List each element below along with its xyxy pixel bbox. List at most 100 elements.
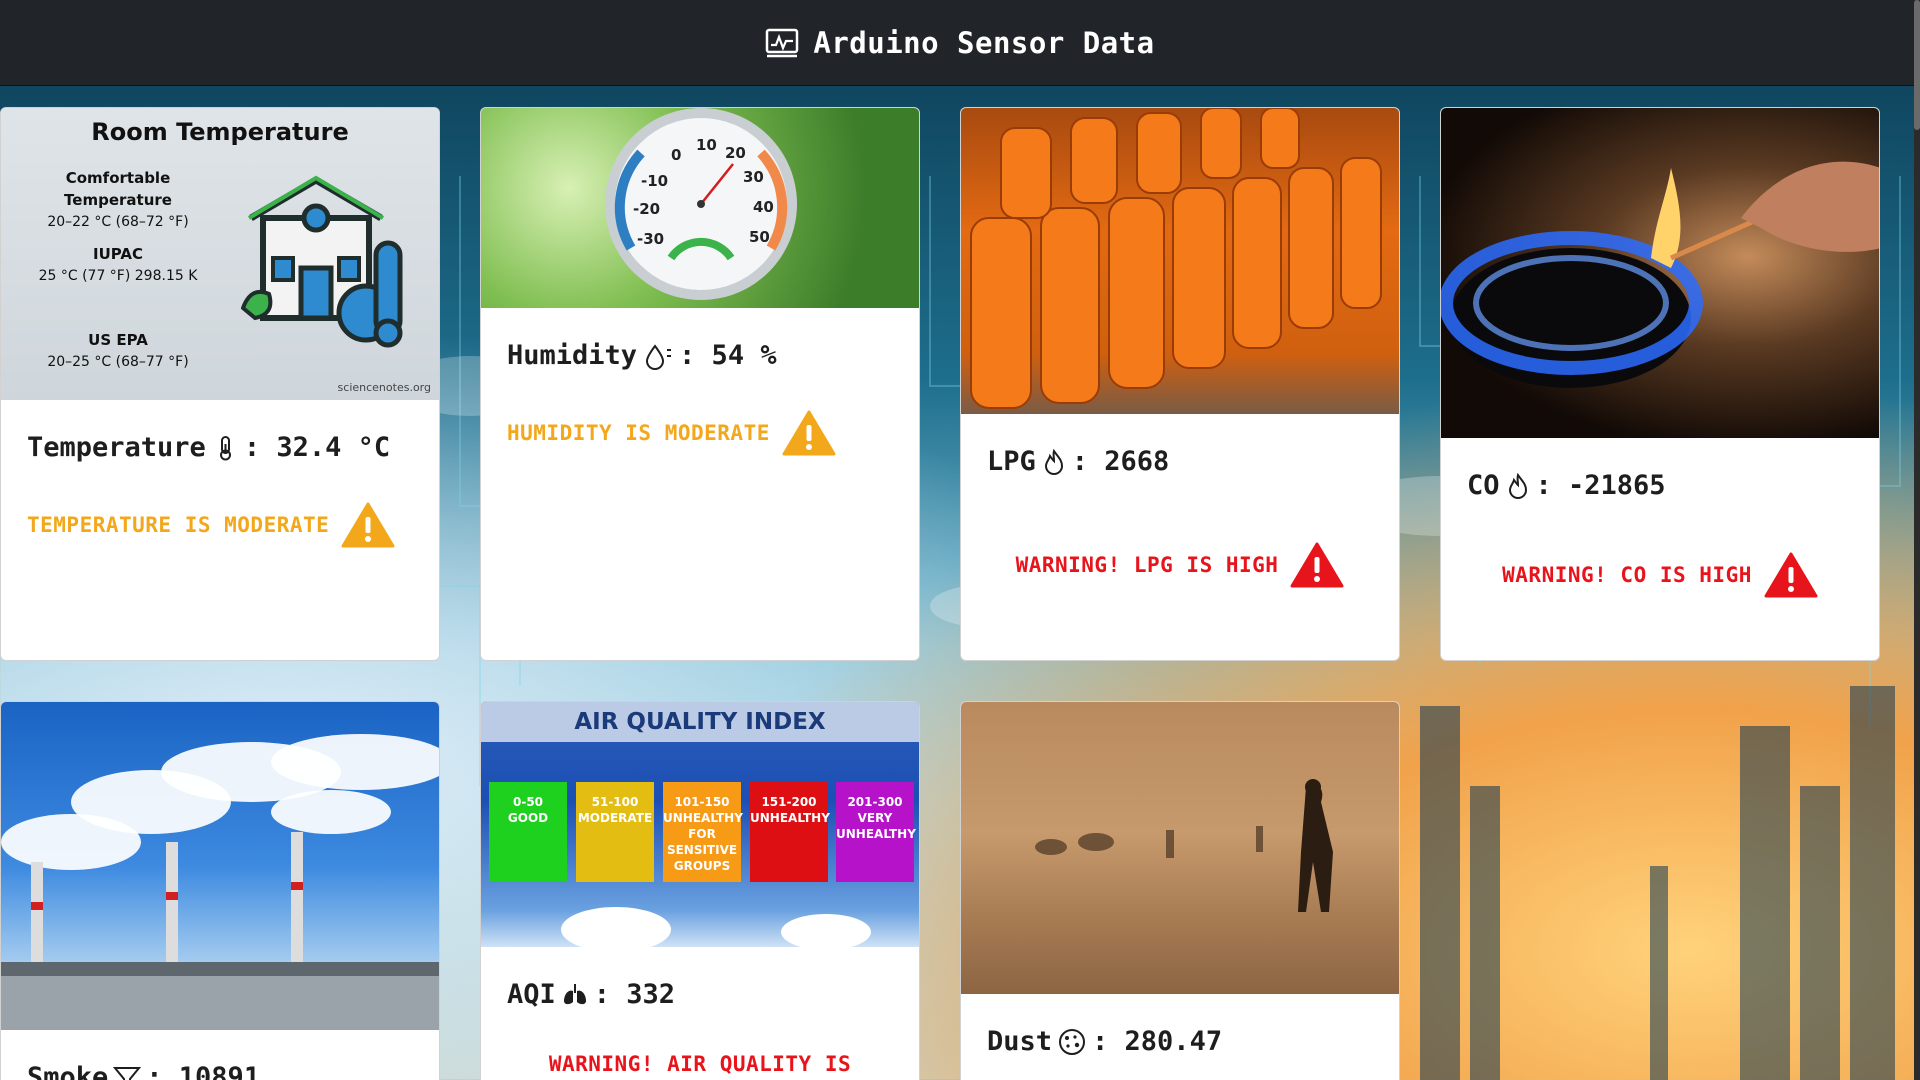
card-body: AQI : 332 WARNING! AIR QUALITY IS <box>481 947 919 1080</box>
temperature-reading: Temperature : 32.4 °C <box>27 432 413 463</box>
image-source: sciencenotes.org <box>337 381 431 394</box>
status-text: WARNING! LPG IS HIGH <box>1015 553 1279 577</box>
reading-value: : 280.47 <box>1092 1026 1223 1057</box>
top-navbar: Arduino Sensor Data <box>0 0 1920 86</box>
factory-smoke-image <box>1 702 439 1030</box>
dust-storm-image <box>961 702 1399 994</box>
dust-card: Dust : 280.47 <box>960 701 1400 1080</box>
aqi-level-very-unhealthy: 201-300 VERY UNHEALTHY <box>836 782 916 882</box>
reading-value: : 2668 <box>1071 446 1170 477</box>
aqi-level-good: 0-50 GOOD <box>489 782 567 882</box>
info-heading: US EPA <box>88 331 148 349</box>
gauge-tick: 30 <box>743 168 764 186</box>
info-block: Comfortable Temperature 20–22 °C (68–72 … <box>13 168 223 233</box>
gauge-tick: 0 <box>671 146 681 164</box>
card-body: Humidity : 54 % HUMIDITY IS MODERATE <box>481 308 919 479</box>
status-text: WARNING! CO IS HIGH <box>1502 563 1752 587</box>
smoke-reading: Smoke : 10891 <box>27 1062 413 1080</box>
warning-triangle-icon <box>1764 552 1818 598</box>
info-heading: Comfortable Temperature <box>64 169 172 209</box>
humidity-card: 0 10 20 30 40 50 -10 -20 -30 Humidity : <box>480 107 920 661</box>
info-heading: IUPAC <box>93 245 143 263</box>
dust-icon <box>1059 1028 1086 1055</box>
aqi-range: 101-150 <box>674 795 730 809</box>
aqi-label: GOOD <box>507 811 549 825</box>
lpg-card: LPG : 2668 WARNING! LPG IS HIGH <box>960 107 1400 661</box>
aqi-range: 151-200 <box>761 795 817 809</box>
factory-icon <box>1 734 439 1030</box>
aqi-label: UNHEALTHY FOR SENSITIVE GROUPS <box>663 811 743 873</box>
reading-label: Dust <box>987 1026 1053 1057</box>
scrollbar[interactable] <box>1914 0 1920 1080</box>
reading-label: LPG <box>987 446 1036 477</box>
filter-icon <box>113 1066 142 1080</box>
warning-triangle-icon <box>1290 542 1344 588</box>
status-text: HUMIDITY IS MODERATE <box>507 421 770 445</box>
aqi-range: 51-100 <box>591 795 639 809</box>
flame-icon <box>1044 448 1063 475</box>
info-value: 25 °C (77 °F) 298.15 K <box>38 268 198 284</box>
card-body: Smoke : 10891 <box>1 1030 439 1080</box>
warning-triangle-icon <box>341 502 395 548</box>
card-body: Temperature : 32.4 °C TEMPERATURE IS MOD… <box>1 400 439 571</box>
status-message: WARNING! AIR QUALITY IS <box>507 1052 893 1076</box>
dust-storm-icon <box>1035 779 1333 912</box>
gauge-tick: -10 <box>641 172 668 190</box>
card-body: LPG : 2668 WARNING! LPG IS HIGH <box>961 414 1399 611</box>
aqi-range: 201-300 <box>847 795 903 809</box>
gauge-tick: 10 <box>696 136 717 154</box>
house-thermometer-icon <box>241 175 403 348</box>
co-card: CO : -21865 WARNING! CO IS HIGH <box>1440 107 1880 661</box>
reading-label: Temperature <box>27 432 206 463</box>
co-reading: CO : -21865 <box>1467 470 1853 501</box>
brand[interactable]: Arduino Sensor Data <box>765 26 1154 60</box>
flame-icon <box>1508 472 1527 499</box>
reading-value: : -21865 <box>1535 470 1666 501</box>
image-title: Room Temperature <box>91 118 349 146</box>
info-block: US EPA 20–25 °C (68–77 °F) <box>13 330 223 373</box>
aqi-label: VERY UNHEALTHY <box>836 811 916 841</box>
reading-value: : 10891 <box>146 1062 261 1080</box>
status-message: WARNING! CO IS HIGH <box>1467 551 1853 599</box>
gauge-tick: -30 <box>637 230 664 248</box>
aqi-reading: AQI : 332 <box>507 979 893 1010</box>
status-text: TEMPERATURE IS MODERATE <box>27 513 330 537</box>
burner-flame-icon <box>1441 161 1879 388</box>
info-value: 20–22 °C (68–72 °F) <box>47 214 189 230</box>
gas-cylinder-icon <box>970 108 1382 409</box>
aqi-level-sensitive: 101-150 UNHEALTHY FOR SENSITIVE GROUPS <box>663 782 743 882</box>
image-title: AIR QUALITY INDEX <box>481 702 919 742</box>
aqi-level-moderate: 51-100 MODERATE <box>576 782 654 882</box>
status-message: TEMPERATURE IS MODERATE <box>27 501 413 549</box>
scrollbar-thumb[interactable] <box>1914 0 1920 130</box>
humidity-reading: Humidity : 54 % <box>507 340 893 371</box>
reading-label: AQI <box>507 979 556 1010</box>
warning-triangle-icon <box>782 410 836 456</box>
gas-burner-image <box>1441 108 1879 438</box>
reading-value: : 32.4 °C <box>243 432 391 463</box>
gauge-tick: 50 <box>749 228 770 246</box>
aqi-label: UNHEALTHY <box>750 811 830 825</box>
aqi-range: 0-50 <box>512 795 544 809</box>
status-message: HUMIDITY IS MODERATE <box>507 409 893 457</box>
lungs-icon <box>563 983 586 1004</box>
page-title: Arduino Sensor Data <box>813 25 1155 60</box>
thermometer-icon <box>219 435 231 460</box>
card-body: Dust : 280.47 <box>961 994 1399 1079</box>
gauge-tick: 40 <box>753 198 774 216</box>
dust-reading: Dust : 280.47 <box>987 1026 1373 1057</box>
reading-value: : 332 <box>593 979 676 1010</box>
droplet-icon <box>646 343 672 370</box>
gas-cylinders-image <box>961 108 1399 414</box>
aqi-card: AIR QUALITY INDEX 0-50 GOOD 51-100 MODER… <box>480 701 920 1080</box>
info-block: IUPAC 25 °C (77 °F) 298.15 K <box>13 244 223 287</box>
card-body: CO : -21865 WARNING! CO IS HIGH <box>1441 438 1879 621</box>
smoke-card: Smoke : 10891 <box>0 701 440 1080</box>
aqi-label: MODERATE <box>577 811 653 825</box>
room-temperature-image: Room Temperature Comfortable Temperature… <box>1 108 439 400</box>
reading-value: : 54 % <box>679 340 777 371</box>
status-text: WARNING! AIR QUALITY IS <box>548 1052 852 1076</box>
gauge-icon: 0 10 20 30 40 50 -10 -20 -30 <box>605 108 797 300</box>
air-quality-index-image: AIR QUALITY INDEX 0-50 GOOD 51-100 MODER… <box>481 702 919 947</box>
temperature-card: Room Temperature Comfortable Temperature… <box>0 107 440 661</box>
